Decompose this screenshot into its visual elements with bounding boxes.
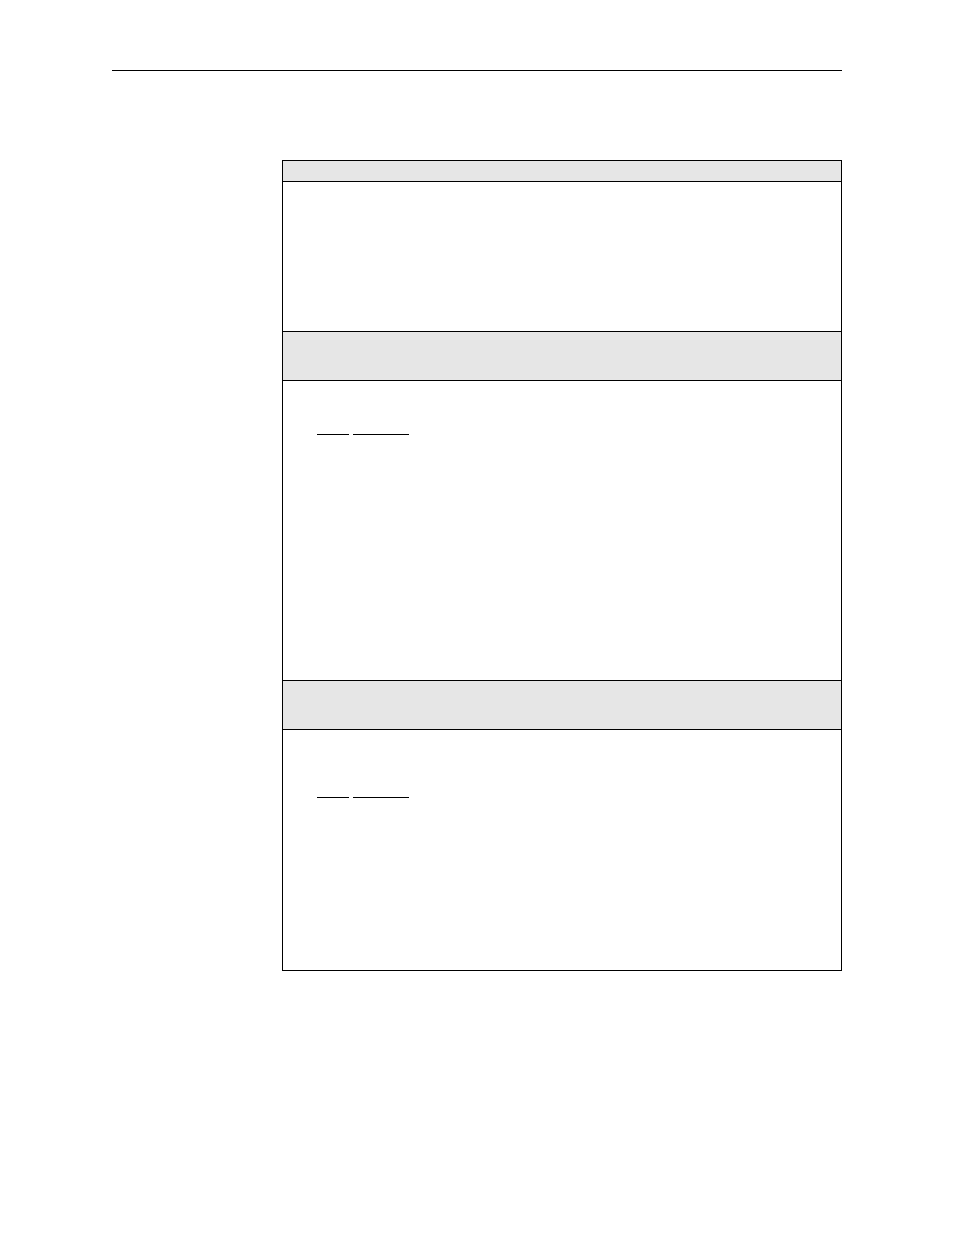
content-table — [282, 160, 842, 971]
blank-field-b2[interactable] — [353, 421, 409, 435]
section-c-body — [283, 730, 841, 970]
section-c-line-2 — [317, 784, 827, 805]
page — [0, 0, 954, 1235]
blank-field-b1[interactable] — [317, 421, 349, 435]
section-c-header — [283, 681, 841, 730]
header-rule — [112, 70, 842, 71]
section-b-body — [283, 381, 841, 681]
page-header — [112, 40, 842, 64]
section-a-header — [283, 161, 841, 182]
section-b-line-2 — [317, 421, 827, 442]
blank-field-c1[interactable] — [317, 784, 349, 798]
section-a-body — [283, 182, 841, 332]
blank-field-c2[interactable] — [353, 784, 409, 798]
section-b-header — [283, 332, 841, 381]
